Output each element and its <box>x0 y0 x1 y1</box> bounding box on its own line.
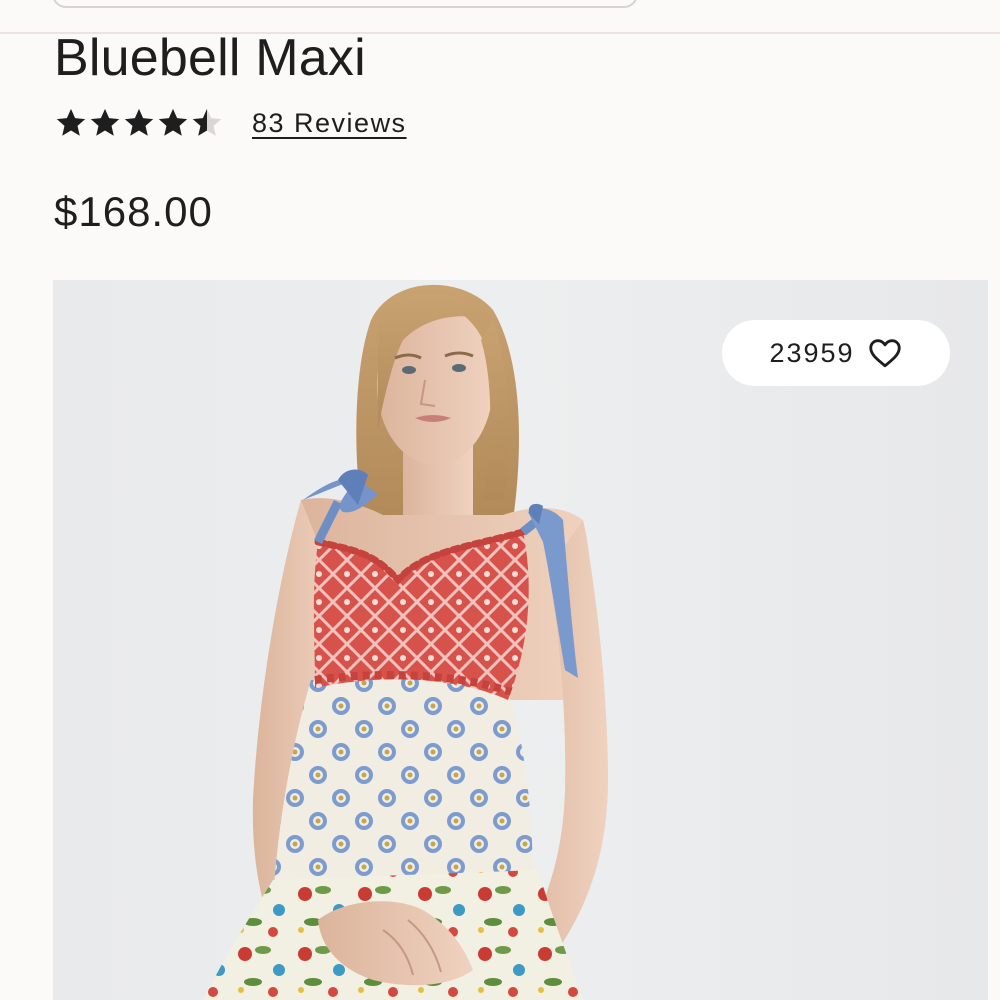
star-icon <box>56 108 86 136</box>
product-title: Bluebell Maxi <box>54 29 366 87</box>
star-icon <box>90 108 120 136</box>
heart-icon <box>868 339 901 368</box>
model-illustration <box>203 284 608 1000</box>
like-button[interactable]: 23959 <box>722 320 950 386</box>
reviews-link[interactable]: 83 Reviews <box>252 108 407 139</box>
star-rating <box>54 106 224 140</box>
product-image[interactable] <box>53 280 988 1000</box>
half-star-icon <box>192 108 222 136</box>
star-icon <box>158 108 188 136</box>
product-price: $168.00 <box>54 188 213 235</box>
search-bar[interactable] <box>52 0 638 8</box>
star-icon <box>124 108 154 136</box>
like-count: 23959 <box>769 337 855 368</box>
rating-row: 83 Reviews <box>54 106 407 140</box>
